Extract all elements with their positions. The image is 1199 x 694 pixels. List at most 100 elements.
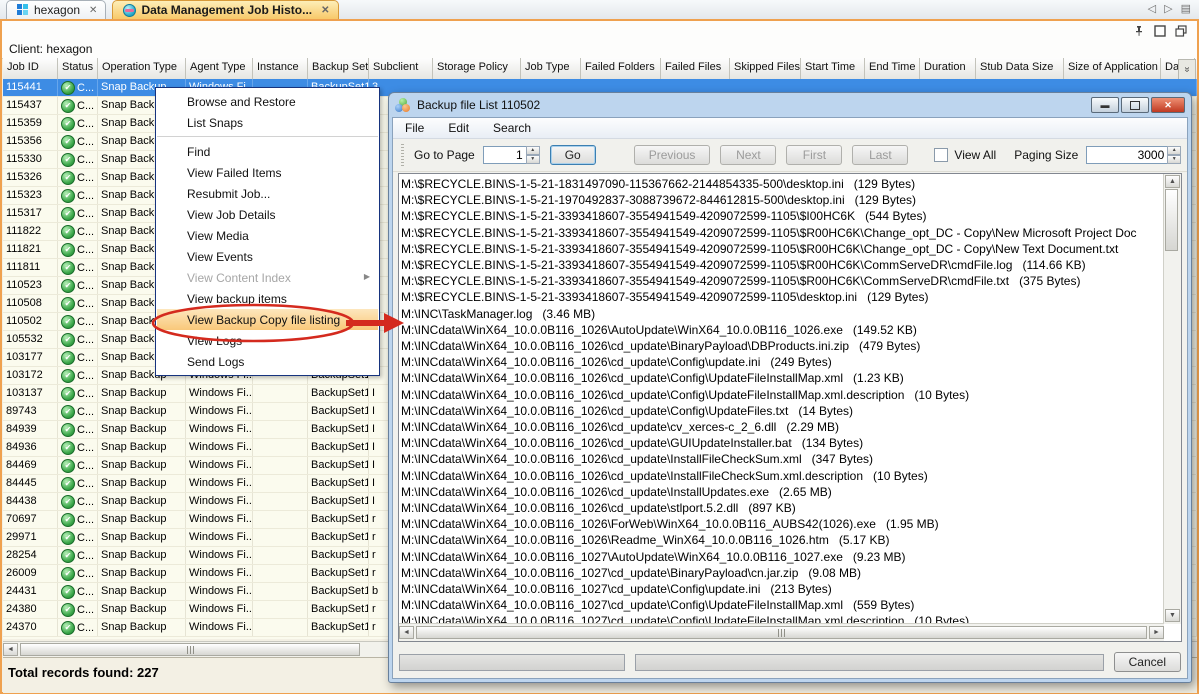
- menu-item[interactable]: Find: [157, 141, 378, 162]
- column-header[interactable]: Duration: [920, 58, 976, 79]
- maximize-button[interactable]: [1121, 97, 1149, 113]
- menu-item[interactable]: View Content Index ▶: [157, 267, 378, 288]
- menu-item[interactable]: View Backup Copy file listing: [157, 309, 378, 330]
- column-header[interactable]: Subclient: [369, 58, 433, 79]
- file-path-row[interactable]: M:\INCdata\WinX64_10.0.0B116_1027\cd_upd…: [401, 565, 1161, 581]
- file-path-row[interactable]: M:\INCdata\WinX64_10.0.0B116_1026\cd_upd…: [401, 403, 1161, 419]
- maximize-icon[interactable]: [1154, 25, 1166, 37]
- file-path-row[interactable]: M:\INCdata\WinX64_10.0.0B116_1026\Readme…: [401, 532, 1161, 548]
- menu-item[interactable]: View Media: [157, 225, 378, 246]
- client-computer-icon: [17, 4, 29, 16]
- page-number-stepper[interactable]: ▲▼: [483, 146, 540, 164]
- column-header[interactable]: Start Time: [801, 58, 865, 79]
- file-path-row[interactable]: M:\INCdata\WinX64_10.0.0B116_1026\cd_upd…: [401, 354, 1161, 370]
- restore-icon[interactable]: [1175, 25, 1187, 37]
- menu-item[interactable]: List Snaps: [157, 112, 378, 137]
- column-header[interactable]: Backup Set: [308, 58, 369, 79]
- pagination-button[interactable]: Previous: [634, 145, 711, 165]
- minimize-button[interactable]: ▬: [1091, 97, 1119, 113]
- pagination-button[interactable]: Last: [852, 145, 908, 165]
- close-icon[interactable]: ✕: [89, 5, 97, 16]
- pagination-button[interactable]: First: [786, 145, 842, 165]
- column-header[interactable]: Storage Policy: [433, 58, 521, 79]
- file-path-row[interactable]: M:\INCdata\WinX64_10.0.0B116_1026\cd_upd…: [401, 468, 1161, 484]
- column-header[interactable]: Operation Type: [98, 58, 186, 79]
- column-header[interactable]: Size of Application: [1064, 58, 1161, 79]
- scroll-left-icon[interactable]: ◄: [3, 643, 18, 656]
- close-button[interactable]: ✕: [1151, 97, 1185, 113]
- file-path-row[interactable]: M:\INCdata\WinX64_10.0.0B116_1026\cd_upd…: [401, 419, 1161, 435]
- view-all-checkbox[interactable]: [934, 148, 948, 162]
- file-path-row[interactable]: M:\INCdata\WinX64_10.0.0B116_1026\cd_upd…: [401, 500, 1161, 516]
- file-path-row[interactable]: M:\$RECYCLE.BIN\S-1-5-21-3393418607-3554…: [401, 241, 1161, 257]
- page-number-input[interactable]: [483, 146, 526, 164]
- menu-item[interactable]: Browse and Restore: [157, 91, 378, 112]
- spin-up-icon[interactable]: ▲: [1167, 146, 1181, 155]
- column-header[interactable]: End Time: [865, 58, 920, 79]
- column-header[interactable]: Failed Folders: [581, 58, 661, 79]
- menu-item[interactable]: View Job Details: [157, 204, 378, 225]
- file-path-row[interactable]: M:\$RECYCLE.BIN\S-1-5-21-3393418607-3554…: [401, 273, 1161, 289]
- column-header[interactable]: Job ID: [3, 58, 58, 79]
- column-header[interactable]: Job Type: [521, 58, 581, 79]
- spin-down-icon[interactable]: ▼: [526, 155, 540, 164]
- file-path-row[interactable]: M:\$RECYCLE.BIN\S-1-5-21-3393418607-3554…: [401, 257, 1161, 273]
- file-path-row[interactable]: M:\INCdata\WinX64_10.0.0B116_1026\cd_upd…: [401, 370, 1161, 386]
- scroll-down-icon[interactable]: ▼: [1165, 609, 1180, 622]
- file-path-row[interactable]: M:\INCdata\WinX64_10.0.0B116_1027\cd_upd…: [401, 581, 1161, 597]
- file-path-row[interactable]: M:\INCdata\WinX64_10.0.0B116_1026\AutoUp…: [401, 322, 1161, 338]
- file-path-row[interactable]: M:\$RECYCLE.BIN\S-1-5-21-1970492837-3088…: [401, 192, 1161, 208]
- menu-item[interactable]: View Events: [157, 246, 378, 267]
- menu-item[interactable]: View backup items: [157, 288, 378, 309]
- nav-left-icon[interactable]: ◁: [1148, 2, 1156, 15]
- file-path-row[interactable]: M:\INCdata\WinX64_10.0.0B116_1026\cd_upd…: [401, 484, 1161, 500]
- menu-item[interactable]: View Logs: [157, 330, 378, 351]
- menu-edit[interactable]: Edit: [448, 121, 469, 135]
- scroll-left-icon[interactable]: ◄: [399, 626, 414, 639]
- file-path-row[interactable]: M:\$RECYCLE.BIN\S-1-5-21-1831497090-1153…: [401, 176, 1161, 192]
- menu-item[interactable]: View Failed Items: [157, 162, 378, 183]
- tab-hexagon[interactable]: hexagon ✕: [6, 0, 106, 19]
- file-path-row[interactable]: M:\INCdata\WinX64_10.0.0B116_1026\cd_upd…: [401, 435, 1161, 451]
- column-header[interactable]: Skipped Files: [730, 58, 801, 79]
- paging-size-input[interactable]: [1086, 146, 1167, 164]
- file-path-row[interactable]: M:\INCdata\WinX64_10.0.0B116_1026\cd_upd…: [401, 451, 1161, 467]
- cancel-button[interactable]: Cancel: [1114, 652, 1181, 672]
- file-path-row[interactable]: M:\INCdata\WinX64_10.0.0B116_1027\AutoUp…: [401, 549, 1161, 565]
- nav-right-icon[interactable]: ▷: [1164, 2, 1172, 15]
- backup-set-cell: BackupSet1: [308, 601, 369, 618]
- spin-down-icon[interactable]: ▼: [1167, 155, 1181, 164]
- tab-data-management-job-history[interactable]: Data Management Job Histo... ✕: [112, 0, 338, 19]
- menu-item[interactable]: Resubmit Job...: [157, 183, 378, 204]
- scroll-right-icon[interactable]: ►: [1149, 626, 1164, 639]
- column-header[interactable]: Failed Files: [661, 58, 730, 79]
- file-path-row[interactable]: M:\INCdata\WinX64_10.0.0B116_1026\cd_upd…: [401, 387, 1161, 403]
- file-path-row[interactable]: M:\INCdata\WinX64_10.0.0B116_1027\cd_upd…: [401, 613, 1161, 623]
- file-path-row[interactable]: M:\INCdata\WinX64_10.0.0B116_1026\ForWeb…: [401, 516, 1161, 532]
- column-header[interactable]: Agent Type: [186, 58, 253, 79]
- pagination-button[interactable]: Next: [720, 145, 776, 165]
- pin-icon[interactable]: [1133, 25, 1145, 37]
- vertical-scrollbar[interactable]: ▲ ▼: [1163, 174, 1181, 624]
- dialog-title-bar[interactable]: Backup file List 110502 ▬ ✕: [389, 93, 1191, 117]
- horizontal-scrollbar[interactable]: ◄ ►: [399, 623, 1164, 641]
- column-header[interactable]: Instance: [253, 58, 308, 79]
- file-path-row[interactable]: M:\$RECYCLE.BIN\S-1-5-21-3393418607-3554…: [401, 225, 1161, 241]
- column-header[interactable]: Stub Data Size: [976, 58, 1064, 79]
- scroll-up-icon[interactable]: ▲: [1165, 175, 1180, 188]
- paging-size-stepper[interactable]: ▲▼: [1086, 146, 1181, 164]
- column-chooser-icon[interactable]: »: [1178, 59, 1196, 80]
- spin-up-icon[interactable]: ▲: [526, 146, 540, 155]
- file-path-row[interactable]: M:\INC\TaskManager.log (3.46 MB): [401, 306, 1161, 322]
- menu-search[interactable]: Search: [493, 121, 531, 135]
- file-path-row[interactable]: M:\$RECYCLE.BIN\S-1-5-21-3393418607-3554…: [401, 208, 1161, 224]
- column-header[interactable]: Status: [58, 58, 98, 79]
- close-icon[interactable]: ✕: [321, 5, 329, 16]
- menu-item[interactable]: Send Logs: [157, 351, 378, 372]
- file-path-row[interactable]: M:\$RECYCLE.BIN\S-1-5-21-3393418607-3554…: [401, 289, 1161, 305]
- file-path-row[interactable]: M:\INCdata\WinX64_10.0.0B116_1026\cd_upd…: [401, 338, 1161, 354]
- file-path-row[interactable]: M:\INCdata\WinX64_10.0.0B116_1027\cd_upd…: [401, 597, 1161, 613]
- menu-file[interactable]: File: [405, 121, 424, 135]
- go-button[interactable]: Go: [550, 145, 596, 165]
- tab-list-icon[interactable]: ▤: [1181, 2, 1191, 15]
